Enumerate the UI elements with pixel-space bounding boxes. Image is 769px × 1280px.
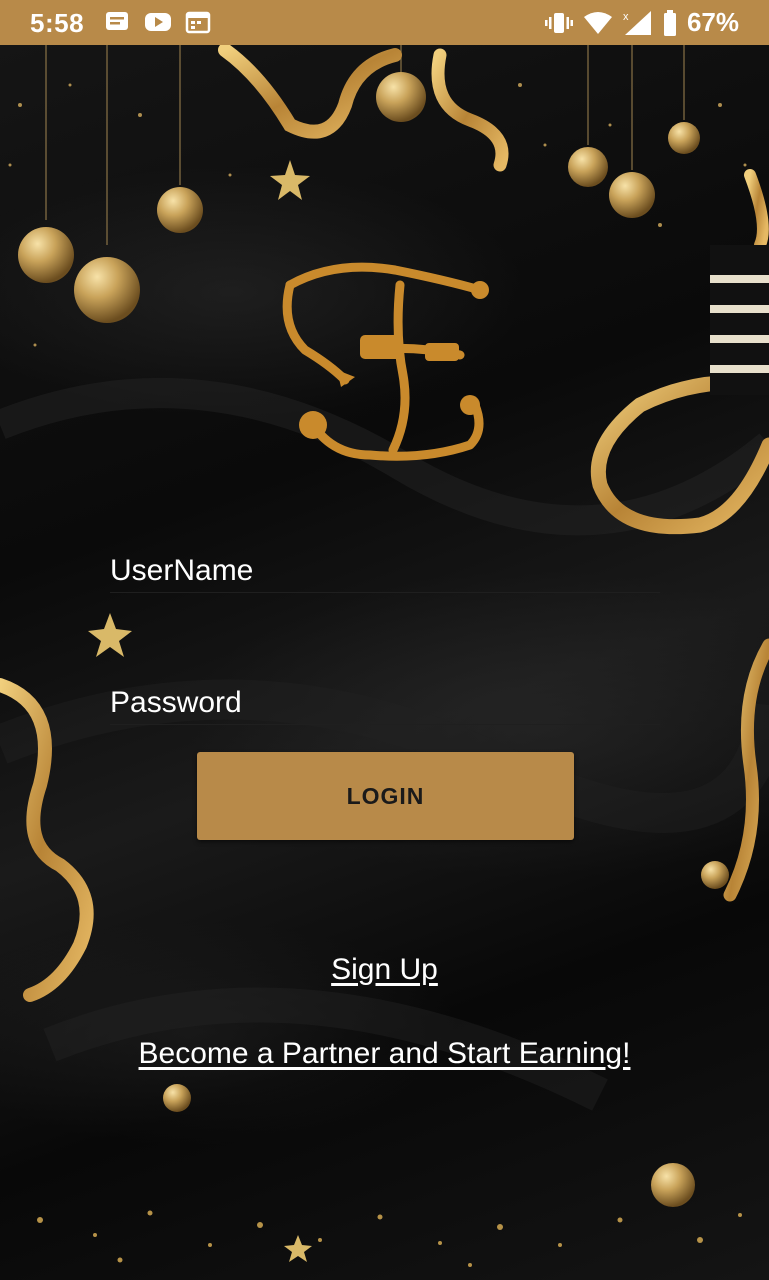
battery-percentage: 67% [686,7,739,37]
signal-icon: x [623,10,651,35]
ornament-cluster-left [18,45,203,323]
ornament-right [701,861,729,889]
decoration-layer [0,45,769,1267]
password-input[interactable] [110,675,660,724]
ornament-top-center [376,72,426,122]
wifi-icon [583,11,612,34]
sign-up-link[interactable]: Sign Up [0,953,769,987]
password-field[interactable] [110,675,660,725]
star-icon [88,613,132,657]
ornament-bottom-left [163,1084,191,1112]
status-bar: 5:58 x 67% [0,0,769,45]
system-icons: x 67% [544,7,739,38]
username-field[interactable] [110,543,660,593]
youtube-icon [145,13,171,31]
username-input[interactable] [110,543,660,592]
calendar-icon [185,11,211,34]
login-button[interactable]: LOGIN [197,752,574,840]
ornament-bottom-right [651,1163,695,1207]
gift-box [710,245,769,395]
status-time: 5:58 [30,8,85,38]
svg-text:x: x [623,11,629,23]
glitter-floor [37,1210,742,1267]
ornament-cluster-right [568,45,700,218]
become-partner-link[interactable]: Become a Partner and Start Earning! [0,1037,769,1071]
ornate-monogram-logo [282,262,489,461]
star-icon [270,160,310,200]
vibrate-icon [544,12,573,33]
notification-icons [104,10,212,34]
festive-background [0,45,769,1280]
battery-icon [663,9,676,36]
message-icon [106,12,128,30]
